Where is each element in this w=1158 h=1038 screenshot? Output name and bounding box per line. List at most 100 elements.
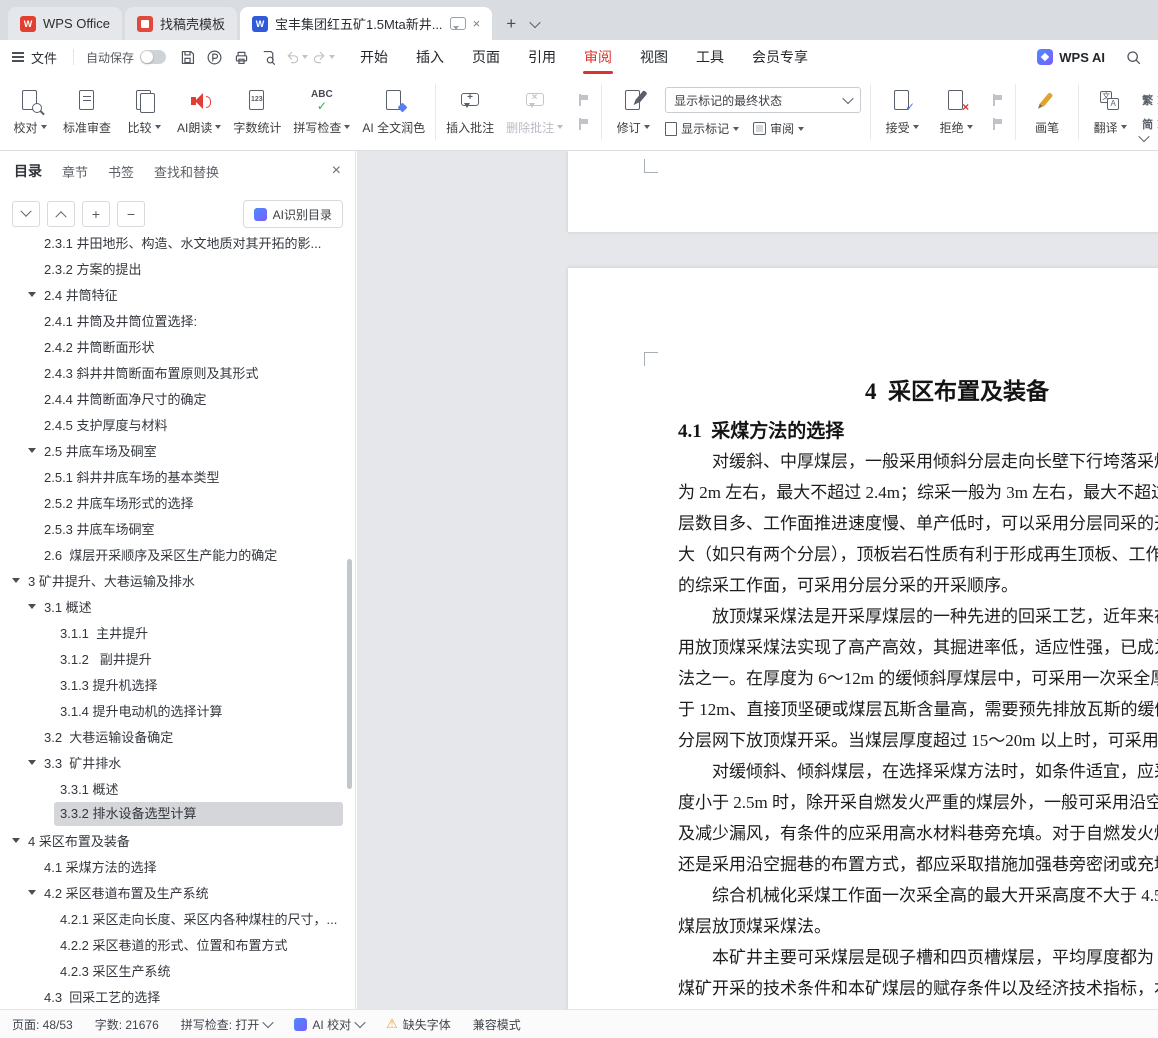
track-changes-button[interactable]: 修订 xyxy=(607,78,659,146)
reject-change-button[interactable]: 拒绝 xyxy=(930,78,982,146)
toc-item[interactable]: 2.3.1 井田地形、构造、水文地质对其开拓的影... xyxy=(0,237,355,255)
document-canvas[interactable]: 4 采区布置及装备 4.1 采煤方法的选择 对缓斜、中厚煤层，一般采用倾斜分层走… xyxy=(357,151,1158,1010)
reviewing-pane-button[interactable]: 审阅 xyxy=(753,120,804,137)
toc-item[interactable]: 2.6 煤层开采顺序及采区生产能力的确定 xyxy=(0,541,355,567)
tab-wps-home[interactable]: WPS Office xyxy=(8,7,122,40)
expand-arrow-icon[interactable] xyxy=(28,604,44,609)
page-indicator[interactable]: 页面: 48/53 xyxy=(12,1016,73,1033)
redo-dropdown-icon[interactable] xyxy=(329,55,335,59)
missing-font-warning[interactable]: 缺失字体 xyxy=(386,1016,451,1033)
translate-button[interactable]: 翻译 xyxy=(1084,78,1136,146)
word-count-indicator[interactable]: 字数: 21676 xyxy=(95,1016,159,1033)
expand-all-button[interactable] xyxy=(12,201,40,227)
next-change-button[interactable] xyxy=(987,116,1007,132)
toc-item[interactable]: 2.4.3 斜井井筒断面布置原则及其形式 xyxy=(0,359,355,385)
close-tab-icon[interactable] xyxy=(473,17,481,30)
collapse-all-button[interactable] xyxy=(47,201,75,227)
toc-item[interactable]: 2.5.2 井底车场形式的选择 xyxy=(0,489,355,515)
proofread-button[interactable]: 校对 xyxy=(4,78,56,146)
toc-item[interactable]: 3.3.1 概述 xyxy=(0,775,355,801)
close-pane-icon[interactable] xyxy=(332,162,341,180)
toc-item[interactable]: 4.2.1 采区走向长度、采区内各种煤柱的尺寸，... xyxy=(0,905,355,931)
pane-tab-bookmarks[interactable]: 书签 xyxy=(108,162,134,181)
markup-state-select[interactable]: 显示标记的最终状态 xyxy=(665,87,861,113)
toc-item[interactable]: 2.4.4 井筒断面净尺寸的确定 xyxy=(0,385,355,411)
toc-item[interactable]: 3.1.4 提升电动机的选择计算 xyxy=(0,697,355,723)
tab-document[interactable]: 宝丰集团红五矿1.5Mta新井... xyxy=(240,7,492,40)
sidebar-scrollbar[interactable] xyxy=(347,559,352,789)
insert-comment-button[interactable]: 插入批注 xyxy=(441,78,499,146)
autosave-toggle[interactable] xyxy=(140,50,166,64)
toc-item[interactable]: 2.5.1 斜井井底车场的基本类型 xyxy=(0,463,355,489)
delete-comment-button[interactable]: 删除批注 xyxy=(501,78,568,146)
zoom-in-outline-button[interactable] xyxy=(82,201,110,227)
expand-arrow-icon[interactable] xyxy=(12,838,28,843)
search-button[interactable] xyxy=(1125,49,1142,66)
toc-item[interactable]: 4.2.2 采区巷道的形式、位置和布置方式 xyxy=(0,931,355,957)
zoom-out-outline-button[interactable] xyxy=(117,201,145,227)
wps-ai-button[interactable]: WPS AI xyxy=(1037,49,1105,65)
new-tab-button[interactable] xyxy=(499,12,523,36)
ai-read-aloud-button[interactable]: AI朗读 xyxy=(172,78,226,146)
print-button[interactable] xyxy=(228,44,255,70)
toc-item[interactable]: 3.1 概述 xyxy=(0,593,355,619)
previous-comment-button[interactable] xyxy=(573,92,593,108)
pane-tab-toc[interactable]: 目录 xyxy=(14,161,42,181)
undo-button[interactable] xyxy=(282,44,309,70)
ink-brush-button[interactable]: 画笔 xyxy=(1021,78,1073,146)
expand-arrow-icon[interactable] xyxy=(12,578,28,583)
expand-arrow-icon[interactable] xyxy=(28,448,44,453)
current-page[interactable]: 4 采区布置及装备 4.1 采煤方法的选择 对缓斜、中厚煤层，一般采用倾斜分层走… xyxy=(568,268,1158,1010)
expand-arrow-icon[interactable] xyxy=(28,890,44,895)
print-preview-button[interactable] xyxy=(255,44,282,70)
tab-list-chevron-icon[interactable] xyxy=(529,17,540,28)
tab-template-doc[interactable]: 找稿壳模板 xyxy=(125,7,237,40)
ribbon-tab-page[interactable]: 页面 xyxy=(458,40,514,74)
toc-item[interactable]: 3.1.3 提升机选择 xyxy=(0,671,355,697)
accept-change-button[interactable]: 接受 xyxy=(876,78,928,146)
toc-item[interactable]: 2.3.2 方案的提出 xyxy=(0,255,355,281)
toc-item[interactable]: 3.3 矿井排水 xyxy=(0,749,355,775)
toc-item[interactable]: 3.1.1 主井提升 xyxy=(0,619,355,645)
ai-proofread-status[interactable]: AI 校对 xyxy=(294,1016,364,1033)
toc-item[interactable]: 4.3 回采工艺的选择 xyxy=(0,983,355,1009)
toc-item[interactable]: 2.4.5 支护厚度与材料 xyxy=(0,411,355,437)
ribbon-tab-view[interactable]: 视图 xyxy=(626,40,682,74)
show-markup-button[interactable]: 显示标记 xyxy=(665,120,739,137)
ribbon-tab-references[interactable]: 引用 xyxy=(514,40,570,74)
toc-item[interactable]: 2.5 井底车场及硐室 xyxy=(0,437,355,463)
ai-polish-button[interactable]: AI 全文润色 xyxy=(357,78,430,146)
toc-item[interactable]: 2.4.2 井筒断面形状 xyxy=(0,333,355,359)
spellcheck-button[interactable]: 拼写检查 xyxy=(288,78,355,146)
redo-button[interactable] xyxy=(309,44,336,70)
ribbon-tab-start[interactable]: 开始 xyxy=(346,40,402,74)
toc-item[interactable]: 2.5.3 井底车场硐室 xyxy=(0,515,355,541)
toc-item[interactable]: 3.3.2 排水设备选型计算 xyxy=(0,801,355,827)
to-simplified-button[interactable]: 转简 xyxy=(1142,116,1158,133)
next-comment-button[interactable] xyxy=(573,116,593,132)
autosave-control[interactable]: 自动保存 xyxy=(78,49,174,66)
toc-item[interactable]: 4.1 采煤方法的选择 xyxy=(0,853,355,879)
expand-arrow-icon[interactable] xyxy=(28,760,44,765)
compare-button[interactable]: 比较 xyxy=(118,78,170,146)
toc-item[interactable]: 4 采区布置及装备 xyxy=(0,827,355,853)
toc-item[interactable]: 4.2.3 采区生产系统 xyxy=(0,957,355,983)
ai-recognize-toc-button[interactable]: AI识别目录 xyxy=(243,200,343,228)
standard-review-button[interactable]: 标准审查 xyxy=(58,78,116,146)
previous-change-button[interactable] xyxy=(987,92,1007,108)
toc-item[interactable]: 3.2 大巷运输设备确定 xyxy=(0,723,355,749)
toc-item[interactable]: 3 矿井提升、大巷运输及排水 xyxy=(0,567,355,593)
ribbon-tab-tools[interactable]: 工具 xyxy=(682,40,738,74)
toc-item[interactable]: 4.2 采区巷道布置及生产系统 xyxy=(0,879,355,905)
ribbon-tab-member[interactable]: 会员专享 xyxy=(738,40,822,74)
ribbon-tab-insert[interactable]: 插入 xyxy=(402,40,458,74)
ribbon-tab-review[interactable]: 审阅 xyxy=(570,40,626,74)
toc-item[interactable]: 2.4.1 井筒及井筒位置选择: xyxy=(0,307,355,333)
expand-arrow-icon[interactable] xyxy=(28,292,44,297)
previous-page[interactable] xyxy=(568,151,1158,232)
toc-item[interactable]: 2.4 井筒特征 xyxy=(0,281,355,307)
save-button[interactable] xyxy=(174,44,201,70)
undo-dropdown-icon[interactable] xyxy=(302,55,308,59)
to-traditional-button[interactable]: 转繁 xyxy=(1142,92,1158,109)
word-count-button[interactable]: 字数统计 xyxy=(228,78,286,146)
